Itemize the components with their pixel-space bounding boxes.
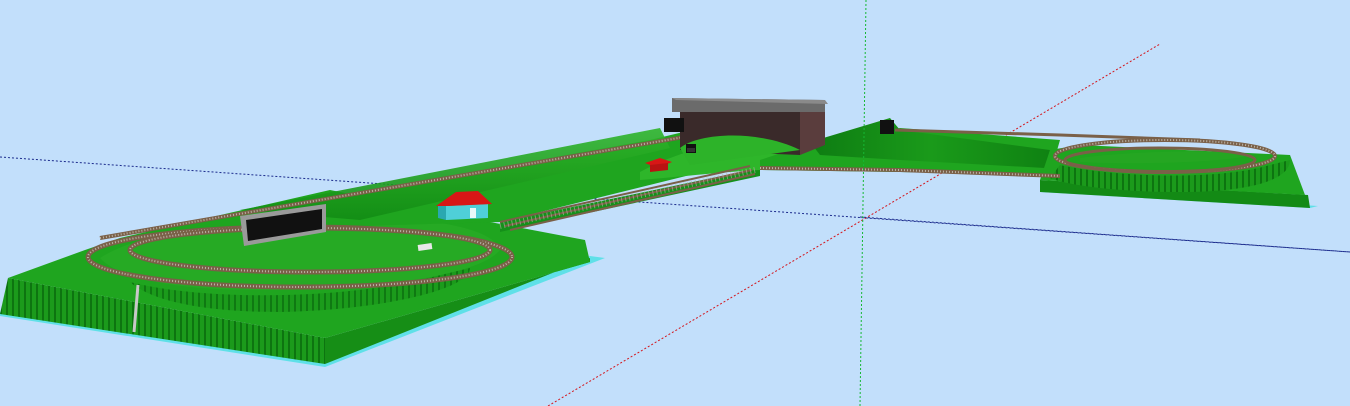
tunnel-portal-left xyxy=(664,118,684,132)
house-cyan-door xyxy=(470,208,476,218)
3d-viewport[interactable] xyxy=(0,0,1350,406)
house-cyan-side-wall xyxy=(438,206,446,220)
tunnel-portal-right xyxy=(880,120,894,134)
vehicle-dark xyxy=(687,148,695,152)
house-cyan-wall xyxy=(446,204,488,220)
layout-scene[interactable] xyxy=(0,0,1350,406)
